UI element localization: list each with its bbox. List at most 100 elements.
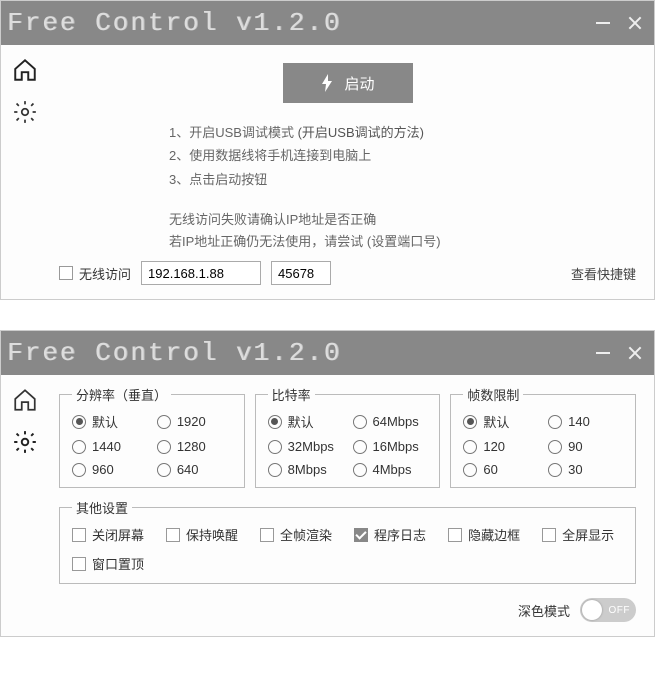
main-panel-home: 启动 1、开启USB调试模式 (开启USB调试的方法) 2、使用数据线将手机连接… (49, 45, 654, 299)
framerate-option-label: 60 (483, 462, 497, 477)
framerate-option[interactable]: 60 (463, 462, 538, 477)
dark-mode-toggle[interactable]: OFF (580, 598, 636, 622)
resolution-option[interactable]: 1280 (157, 439, 232, 454)
sidebar (1, 375, 49, 636)
bitrate-option[interactable]: 默认 (268, 412, 343, 431)
framerate-option[interactable]: 140 (548, 412, 623, 431)
main-panel-settings: 分辨率（垂直） 默认 1920 1440 1280 960 640 比特率 默认 64Mbp… (49, 375, 654, 636)
other-setting-checkbox[interactable]: 程序日志 (354, 525, 426, 544)
bitrate-option[interactable]: 8Mbps (268, 462, 343, 477)
minimize-button[interactable] (596, 352, 610, 354)
other-setting-label: 关闭屏幕 (92, 525, 144, 544)
other-setting-label: 全屏显示 (562, 525, 614, 544)
bitrate-legend: 比特率 (268, 385, 315, 404)
window-controls (596, 346, 642, 360)
bitrate-option-label: 默认 (288, 412, 314, 431)
other-settings-legend: 其他设置 (72, 498, 132, 517)
home-icon[interactable] (10, 55, 40, 85)
resolution-legend: 分辨率（垂直） (72, 385, 171, 404)
framerate-option[interactable]: 120 (463, 439, 538, 454)
start-button-label: 启动 (344, 73, 374, 94)
resolution-option[interactable]: 640 (157, 462, 232, 477)
resolution-option-label: 1440 (92, 439, 121, 454)
framerate-option[interactable]: 默认 (463, 412, 538, 431)
sidebar (1, 45, 49, 299)
other-setting-label: 全帧渲染 (280, 525, 332, 544)
bitrate-option[interactable]: 16Mbps (353, 439, 428, 454)
bitrate-option[interactable]: 32Mbps (268, 439, 343, 454)
resolution-option-label: 默认 (92, 412, 118, 431)
usb-method-link[interactable]: (开启USB调试的方法) (298, 125, 424, 140)
framerate-option-label: 90 (568, 439, 582, 454)
lightning-icon (320, 74, 334, 92)
other-setting-label: 保持唤醒 (186, 525, 238, 544)
resolution-option[interactable]: 1920 (157, 412, 232, 431)
bitrate-option[interactable]: 4Mbps (353, 462, 428, 477)
instructions: 1、开启USB调试模式 (开启USB调试的方法) 2、使用数据线将手机连接到电脑… (169, 121, 636, 191)
ip-input[interactable] (141, 261, 261, 285)
resolution-option-label: 640 (177, 462, 199, 477)
port-setup-link[interactable]: (设置端口号) (367, 234, 441, 249)
other-setting-checkbox[interactable]: 窗口置顶 (72, 554, 144, 573)
close-button[interactable] (628, 346, 642, 360)
bitrate-option-label: 64Mbps (373, 414, 419, 429)
settings-icon[interactable] (10, 97, 40, 127)
other-setting-label: 隐藏边框 (468, 525, 520, 544)
framerate-group: 帧数限制 默认 140 120 90 60 30 (450, 385, 636, 488)
bitrate-option-label: 4Mbps (373, 462, 412, 477)
other-setting-checkbox[interactable]: 保持唤醒 (166, 525, 238, 544)
other-setting-checkbox[interactable]: 关闭屏幕 (72, 525, 144, 544)
bitrate-group: 比特率 默认 64Mbps 32Mbps 16Mbps 8Mbps 4Mbps (255, 385, 441, 488)
minimize-button[interactable] (596, 22, 610, 24)
port-input[interactable] (271, 261, 331, 285)
window-title: Free Control v1.2.0 (7, 8, 341, 38)
window-home: Free Control v1.2.0 启动 1、开启USB调试模式 (开启US… (0, 0, 655, 300)
view-shortcuts-link[interactable]: 查看快捷键 (571, 264, 636, 283)
titlebar: Free Control v1.2.0 (1, 331, 654, 375)
wireless-checkbox-label: 无线访问 (79, 264, 131, 283)
framerate-option-label: 140 (568, 414, 590, 429)
close-button[interactable] (628, 16, 642, 30)
window-controls (596, 16, 642, 30)
resolution-option[interactable]: 960 (72, 462, 147, 477)
start-button[interactable]: 启动 (283, 63, 413, 103)
resolution-group: 分辨率（垂直） 默认 1920 1440 1280 960 640 (59, 385, 245, 488)
bitrate-option-label: 16Mbps (373, 439, 419, 454)
other-setting-checkbox[interactable]: 隐藏边框 (448, 525, 520, 544)
window-title: Free Control v1.2.0 (7, 338, 341, 368)
resolution-option-label: 1280 (177, 439, 206, 454)
connection-row: 无线访问 查看快捷键 (59, 261, 636, 285)
home-icon[interactable] (10, 385, 40, 415)
bitrate-option-label: 32Mbps (288, 439, 334, 454)
other-setting-checkbox[interactable]: 全帧渲染 (260, 525, 332, 544)
instruction-line: 2、使用数据线将手机连接到电脑上 (169, 144, 636, 167)
wireless-hint-line: 若IP地址正确仍无法使用，请尝试 (169, 234, 363, 249)
resolution-option[interactable]: 1440 (72, 439, 147, 454)
framerate-legend: 帧数限制 (463, 385, 523, 404)
wireless-hint: 无线访问失败请确认IP地址是否正确 若IP地址正确仍无法使用，请尝试 (设置端口… (169, 209, 636, 253)
dark-mode-label: 深色模式 (518, 601, 570, 620)
wireless-checkbox[interactable]: 无线访问 (59, 264, 131, 283)
dark-mode-row: 深色模式 OFF (59, 598, 636, 622)
resolution-option[interactable]: 默认 (72, 412, 147, 431)
instruction-line: 3、点击启动按钮 (169, 168, 636, 191)
resolution-option-label: 1920 (177, 414, 206, 429)
framerate-option[interactable]: 30 (548, 462, 623, 477)
framerate-option-label: 120 (483, 439, 505, 454)
resolution-option-label: 960 (92, 462, 114, 477)
window-settings: Free Control v1.2.0 分辨率（垂直） 默认 1920 1440 12… (0, 330, 655, 637)
other-setting-label: 程序日志 (374, 525, 426, 544)
bitrate-option-label: 8Mbps (288, 462, 327, 477)
instruction-line: 1、开启USB调试模式 (169, 125, 294, 140)
settings-icon[interactable] (10, 427, 40, 457)
wireless-hint-line: 无线访问失败请确认IP地址是否正确 (169, 209, 636, 231)
other-settings-group: 其他设置 关闭屏幕 保持唤醒 全帧渲染 程序日志 隐藏边框 全屏显示窗口置顶 (59, 498, 636, 584)
framerate-option[interactable]: 90 (548, 439, 623, 454)
framerate-option-label: 30 (568, 462, 582, 477)
titlebar: Free Control v1.2.0 (1, 1, 654, 45)
framerate-option-label: 默认 (483, 412, 509, 431)
other-setting-checkbox[interactable]: 全屏显示 (542, 525, 614, 544)
bitrate-option[interactable]: 64Mbps (353, 412, 428, 431)
other-setting-label: 窗口置顶 (92, 554, 144, 573)
dark-mode-state: OFF (609, 605, 631, 616)
